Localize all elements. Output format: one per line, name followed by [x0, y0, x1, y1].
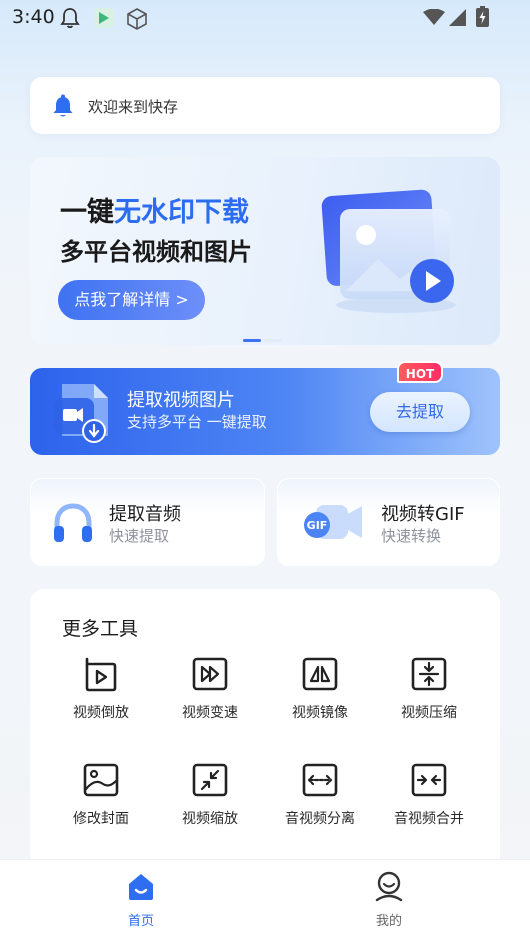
more-tools-panel: 更多工具 视频倒放 视频变速 视频镜像 视频压缩 修改封面 视频缩放 音视频分离…	[30, 589, 500, 879]
status-bar: 3:40	[0, 0, 530, 36]
bell-icon	[53, 94, 73, 117]
tool-video-reverse[interactable]: 视频倒放	[46, 654, 156, 722]
more-tools-heading: 更多工具	[62, 618, 139, 640]
av-merge-icon	[411, 763, 447, 797]
av-split-icon	[302, 763, 338, 797]
tool-av-split[interactable]: 音视频分离	[265, 760, 375, 828]
package-icon	[127, 8, 147, 30]
tab-home-label: 首页	[127, 914, 154, 929]
extract-subtitle: 支持多平台 一键提取	[127, 413, 267, 431]
tab-home[interactable]: 首页	[81, 870, 201, 929]
tool-label: 视频压缩	[401, 705, 457, 721]
tool-av-merge[interactable]: 音视频合并	[374, 760, 484, 828]
notice-text: 欢迎来到快存	[88, 98, 179, 116]
signal-icon	[449, 9, 466, 26]
tool-label: 视频倒放	[73, 705, 129, 721]
banner-headline-highlight: 无水印下载	[114, 197, 249, 228]
tool-edit-cover[interactable]: 修改封面	[46, 760, 156, 828]
banner-pagination	[243, 327, 285, 345]
bell-icon	[60, 8, 80, 29]
video-to-gif-title: 视频转GIF	[381, 504, 465, 525]
tool-label: 音视频合并	[394, 811, 464, 827]
banner-headline-prefix: 一键	[60, 197, 114, 228]
tool-label: 视频缩放	[182, 811, 238, 827]
headphones-icon	[54, 503, 92, 542]
tab-profile-label: 我的	[375, 914, 402, 929]
hot-badge: HOT	[397, 361, 443, 383]
video-extract-icon	[54, 384, 108, 443]
tool-label: 音视频分离	[285, 811, 355, 827]
video-speed-icon	[192, 657, 228, 691]
app-notification-icon	[94, 8, 114, 28]
extract-audio-title: 提取音频	[109, 504, 181, 525]
bottom-tab-bar: 首页 我的	[0, 859, 530, 942]
edit-cover-icon	[83, 763, 119, 797]
tool-video-compress[interactable]: 视频压缩	[374, 654, 484, 722]
tool-video-speed[interactable]: 视频变速	[155, 654, 265, 722]
gif-video-icon: GIF	[304, 505, 362, 539]
pagination-dot-active	[243, 339, 261, 342]
tool-video-mirror[interactable]: 视频镜像	[265, 654, 375, 722]
extract-audio-card[interactable]: 提取音频 快速提取	[30, 478, 265, 566]
banner-subheadline: 多平台视频和图片	[60, 238, 252, 266]
learn-more-button[interactable]: 点我了解详情 >	[58, 280, 205, 320]
video-picture-illustration-icon	[321, 189, 456, 313]
tab-profile[interactable]: 我的	[329, 870, 449, 929]
go-extract-button[interactable]: 去提取	[370, 392, 470, 432]
video-to-gif-card[interactable]: GIF 视频转GIF 快速转换	[277, 478, 500, 566]
notice-bar[interactable]: 欢迎来到快存	[30, 77, 500, 134]
home-icon	[129, 874, 153, 900]
video-scale-icon	[192, 763, 228, 797]
svg-text:GIF: GIF	[307, 519, 328, 532]
video-mirror-icon	[302, 657, 338, 691]
video-compress-icon	[411, 657, 447, 691]
tool-label: 视频镜像	[292, 705, 348, 721]
promo-banner[interactable]: 一键无水印下载 多平台视频和图片 点我了解详情 >	[30, 157, 500, 345]
tool-label: 修改封面	[73, 811, 129, 827]
pagination-dot	[264, 339, 282, 342]
profile-icon	[375, 871, 403, 902]
wifi-icon	[423, 9, 445, 25]
extract-audio-subtitle: 快速提取	[109, 527, 170, 545]
battery-charging-icon	[476, 6, 489, 27]
video-to-gif-subtitle: 快速转换	[381, 527, 442, 545]
tool-label: 视频变速	[182, 705, 238, 721]
tool-video-scale[interactable]: 视频缩放	[155, 760, 265, 828]
banner-headline: 一键无水印下载	[60, 190, 249, 229]
status-time: 3:40	[12, 6, 55, 28]
extract-video-images-card[interactable]: 提取视频图片 支持多平台 一键提取 去提取 HOT	[30, 361, 500, 455]
video-reverse-icon	[85, 657, 117, 692]
extract-title: 提取视频图片	[127, 390, 235, 411]
